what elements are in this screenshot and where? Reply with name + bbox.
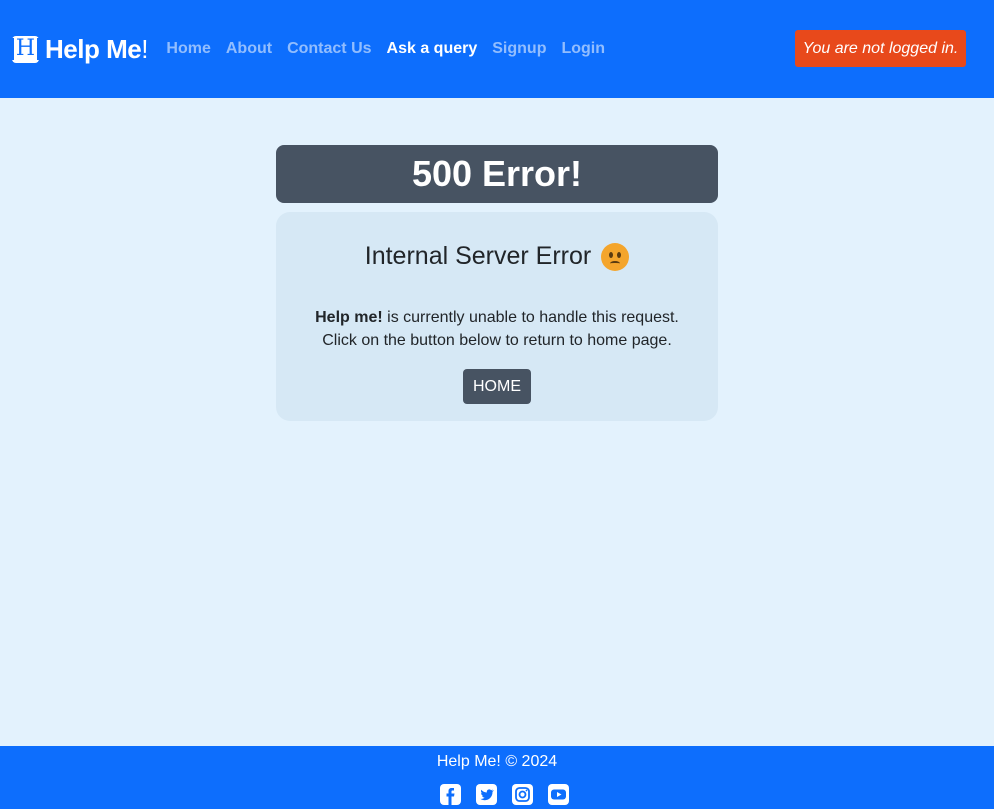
brand-logo-icon: H: [11, 35, 40, 63]
error-title-row: Internal Server Error: [276, 242, 718, 271]
nav-contact-us[interactable]: Contact Us: [287, 40, 371, 58]
navbar: H Help Me! Home About Contact Us Ask a q…: [0, 0, 994, 98]
error-message-line2: Click on the button below to return to h…: [322, 332, 672, 349]
login-status-badge: You are not logged in.: [795, 30, 966, 67]
error-message-brand: Help me!: [315, 309, 383, 326]
nav-home[interactable]: Home: [166, 40, 210, 58]
instagram-icon[interactable]: [512, 784, 533, 805]
nav-signup[interactable]: Signup: [492, 40, 546, 58]
nav-ask-a-query[interactable]: Ask a query: [387, 40, 478, 58]
youtube-icon[interactable]: [548, 784, 569, 805]
nav-links: Home About Contact Us Ask a query Signup…: [166, 40, 620, 58]
brand-name: Help Me: [45, 33, 142, 64]
footer-copyright: Help Me! © 2024: [436, 753, 558, 770]
facebook-icon[interactable]: [440, 784, 461, 805]
error-card: Internal Server Error Help me! is curren…: [276, 212, 718, 421]
error-title: Internal Server Error: [364, 242, 592, 270]
error-heading: 500 Error!: [411, 153, 583, 194]
error-message-text: is currently unable to handle this reque…: [382, 309, 679, 326]
sad-face-icon: [601, 242, 630, 271]
brand-bang: !: [141, 33, 149, 64]
footer: Help Me! © 2024: [0, 746, 994, 809]
error-message: Help me! is currently unable to handle t…: [276, 306, 718, 352]
nav-login[interactable]: Login: [561, 40, 605, 58]
twitter-icon[interactable]: [476, 784, 497, 805]
social-links: [440, 784, 569, 805]
nav-about[interactable]: About: [226, 40, 272, 58]
brand-link[interactable]: H Help Me!: [11, 33, 149, 65]
error-header: 500 Error!: [276, 145, 718, 203]
home-button[interactable]: HOME: [463, 369, 531, 404]
